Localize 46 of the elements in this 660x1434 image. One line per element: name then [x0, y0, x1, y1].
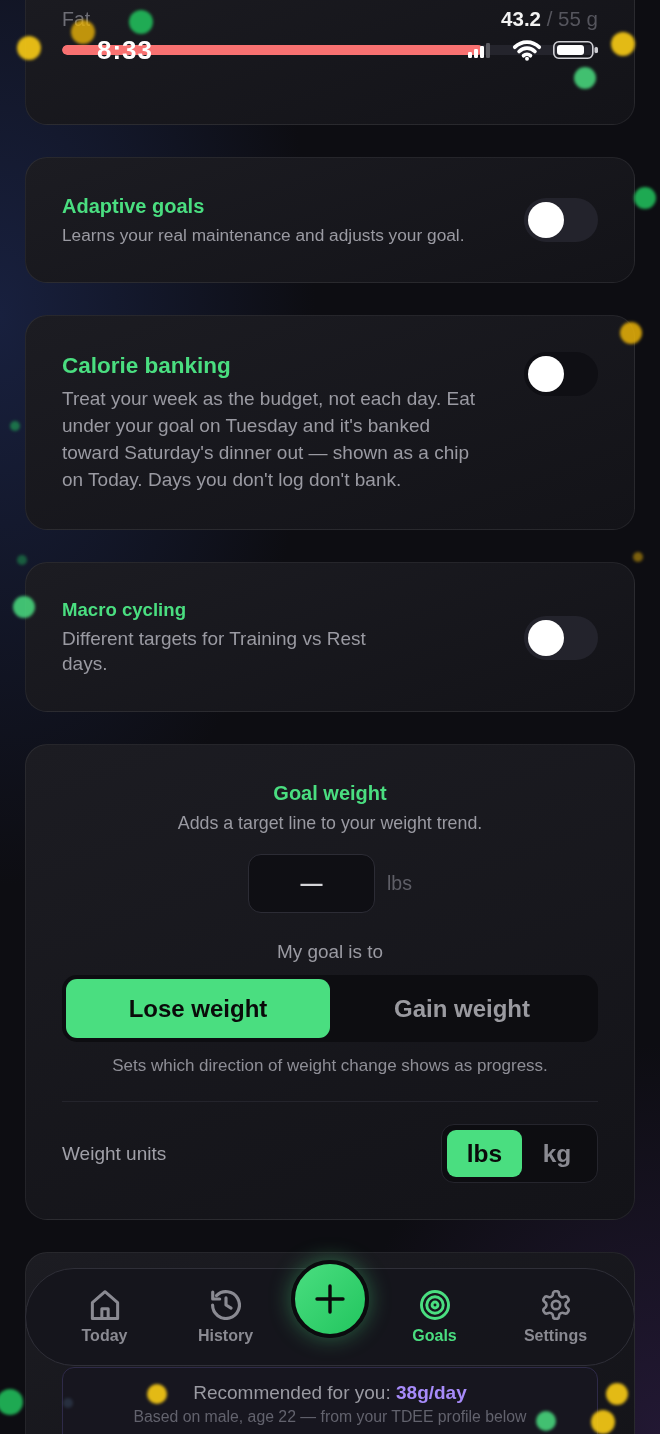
- goal-direction-option[interactable]: Lose weight: [66, 979, 330, 1038]
- unit-label: lbs: [387, 872, 412, 895]
- goal-direction-option[interactable]: Gain weight: [330, 979, 594, 1038]
- glow-particle-icon: [17, 36, 41, 60]
- glow-particle-icon: [17, 555, 27, 565]
- weight-units-label: Weight units: [62, 1142, 167, 1165]
- glow-particle-icon: [620, 322, 642, 344]
- weight-unit-option[interactable]: lbs: [447, 1130, 522, 1177]
- tab-bar-item[interactable]: Today: [44, 1269, 165, 1365]
- macro-amount: 43.2 / 55 g: [501, 8, 598, 30]
- toggle-switch[interactable]: [524, 352, 598, 396]
- setting-title: Calorie banking: [62, 352, 232, 380]
- goal-weight-title: Goal weight: [273, 781, 387, 805]
- recommendation-label: Recommended for you:: [193, 1382, 391, 1403]
- glow-particle-icon: [633, 552, 643, 562]
- goal-direction-note: Sets which direction of weight change shows as progress.: [112, 1056, 548, 1076]
- gear-icon: [540, 1290, 571, 1320]
- setting-title: Adaptive goals: [62, 194, 206, 218]
- history-icon: [210, 1290, 241, 1320]
- toggle-switch[interactable]: [524, 198, 598, 242]
- glow-particle-icon: [10, 421, 20, 431]
- setting-description: Learns your real maintenance and adjusts your goal.: [62, 224, 465, 246]
- glow-particle-icon: [0, 1389, 23, 1415]
- signal-icon: [468, 42, 490, 58]
- weight-unit-option[interactable]: kg: [522, 1130, 592, 1177]
- wifi-icon: [512, 39, 542, 61]
- glow-particle-icon: [634, 187, 656, 209]
- goal-direction-label: My goal is to: [276, 941, 383, 963]
- home-icon: [89, 1290, 120, 1320]
- plus-icon: [315, 1284, 345, 1314]
- tab-bar-item[interactable]: History: [165, 1269, 286, 1365]
- target-icon: [419, 1290, 450, 1320]
- goal-weight-subtitle: Adds a target line to your weight trend.: [177, 812, 483, 834]
- tab-bar-item[interactable]: Settings: [495, 1269, 616, 1365]
- setting-description: Treat your week as the budget, not each day. Eat under your goal on Tuesday and it's banked toward Saturday's dinner out — shown as a chip on Today. Days you don't log don't bank.: [62, 387, 476, 492]
- setting-title: Macro cycling: [62, 599, 187, 621]
- toggle-switch[interactable]: [524, 615, 598, 660]
- recommendation-note: Based on male, age 22 — from your TDEE profile below: [133, 1407, 527, 1427]
- goal-weight-input[interactable]: —: [248, 854, 376, 913]
- tab-bar-item[interactable]: Goals: [374, 1269, 495, 1365]
- add-button[interactable]: [291, 1260, 369, 1338]
- glow-particle-icon: [63, 1398, 73, 1408]
- setting-description: Different targets for Training vs Rest days.: [62, 627, 367, 676]
- glow-particle-icon: [13, 596, 35, 618]
- recommendation-value: 38g/day: [396, 1382, 467, 1403]
- battery-icon: [553, 41, 598, 59]
